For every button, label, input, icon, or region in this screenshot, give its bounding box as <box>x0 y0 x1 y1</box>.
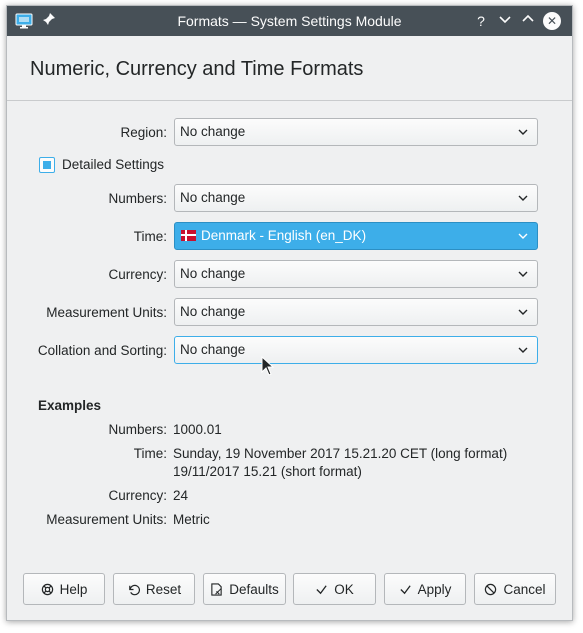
help-lifebuoy-icon <box>41 583 53 595</box>
currency-combobox[interactable]: No change <box>174 260 538 288</box>
region-value: No change <box>180 124 246 139</box>
example-numbers-value: 1000.01 <box>173 422 222 437</box>
numbers-combobox[interactable]: No change <box>174 184 538 212</box>
reset-button[interactable]: Reset <box>113 573 195 605</box>
example-time-label: Time: <box>133 446 167 461</box>
measurement-units-value: No change <box>180 304 246 319</box>
mouse-cursor-icon <box>261 356 275 376</box>
collation-value: No change <box>180 342 246 357</box>
detailed-settings-label[interactable]: Detailed Settings <box>62 157 164 173</box>
apply-button[interactable]: Apply <box>384 573 466 605</box>
region-combobox[interactable]: No change <box>174 118 538 146</box>
page-title: Numeric, Currency and Time Formats <box>30 58 364 80</box>
minimize-icon[interactable] <box>496 12 514 30</box>
divider <box>7 100 572 101</box>
denmark-flag-icon <box>181 230 196 241</box>
help-icon[interactable]: ? <box>472 12 490 30</box>
detailed-settings-checkbox[interactable] <box>39 157 55 173</box>
help-button[interactable]: Help <box>23 573 105 605</box>
chevron-down-icon <box>518 271 528 277</box>
ok-button-label: OK <box>334 581 354 597</box>
time-combobox[interactable]: Denmark - English (en_DK) <box>174 222 538 250</box>
apply-button-label: Apply <box>417 581 452 597</box>
example-time-long: Sunday, 19 November 2017 15.21.20 CET (l… <box>173 446 508 461</box>
settings-window: Formats — System Settings Module ? ✕ Num… <box>6 5 573 621</box>
time-value: Denmark - English (en_DK) <box>201 228 367 243</box>
maximize-icon[interactable] <box>519 12 537 30</box>
example-time-short: 19/11/2017 15.21 (short format) <box>173 464 362 479</box>
reset-button-label: Reset <box>145 581 182 597</box>
checkbox-checked-icon <box>43 161 51 169</box>
measurement-units-combobox[interactable]: No change <box>174 298 538 326</box>
checkmark-icon <box>400 584 411 594</box>
cancel-button[interactable]: Cancel <box>474 573 556 605</box>
collation-label: Collation and Sorting: <box>37 343 167 358</box>
example-currency-value: 24 <box>173 488 189 503</box>
cancel-button-label: Cancel <box>503 581 546 597</box>
chevron-down-icon <box>518 129 528 135</box>
time-label: Time: <box>133 229 167 244</box>
currency-value: No change <box>180 266 246 281</box>
example-measurement-label: Measurement Units: <box>46 512 167 527</box>
example-measurement-value: Metric <box>173 512 210 527</box>
numbers-value: No change <box>180 190 246 205</box>
close-icon[interactable]: ✕ <box>543 12 561 30</box>
example-numbers-label: Numbers: <box>108 422 167 437</box>
region-label: Region: <box>120 125 167 140</box>
chevron-down-icon <box>518 309 528 315</box>
cancel-icon <box>485 583 497 595</box>
examples-heading: Examples <box>38 398 102 413</box>
chevron-down-icon <box>518 233 528 239</box>
chevron-down-icon <box>518 195 528 201</box>
defaults-button[interactable]: Defaults <box>203 573 286 605</box>
example-currency-label: Currency: <box>108 488 167 503</box>
defaults-button-label: Defaults <box>229 581 279 597</box>
help-button-label: Help <box>59 581 88 597</box>
chevron-down-icon <box>518 347 528 353</box>
titlebar[interactable]: Formats — System Settings Module ? ✕ <box>7 6 572 36</box>
defaults-document-icon <box>211 582 222 596</box>
numbers-label: Numbers: <box>108 191 167 206</box>
reset-icon <box>129 584 140 595</box>
measurement-units-label: Measurement Units: <box>46 305 167 320</box>
collation-combobox[interactable]: No change <box>174 336 538 364</box>
currency-label: Currency: <box>108 267 167 282</box>
checkmark-icon <box>316 584 327 594</box>
ok-button[interactable]: OK <box>293 573 376 605</box>
